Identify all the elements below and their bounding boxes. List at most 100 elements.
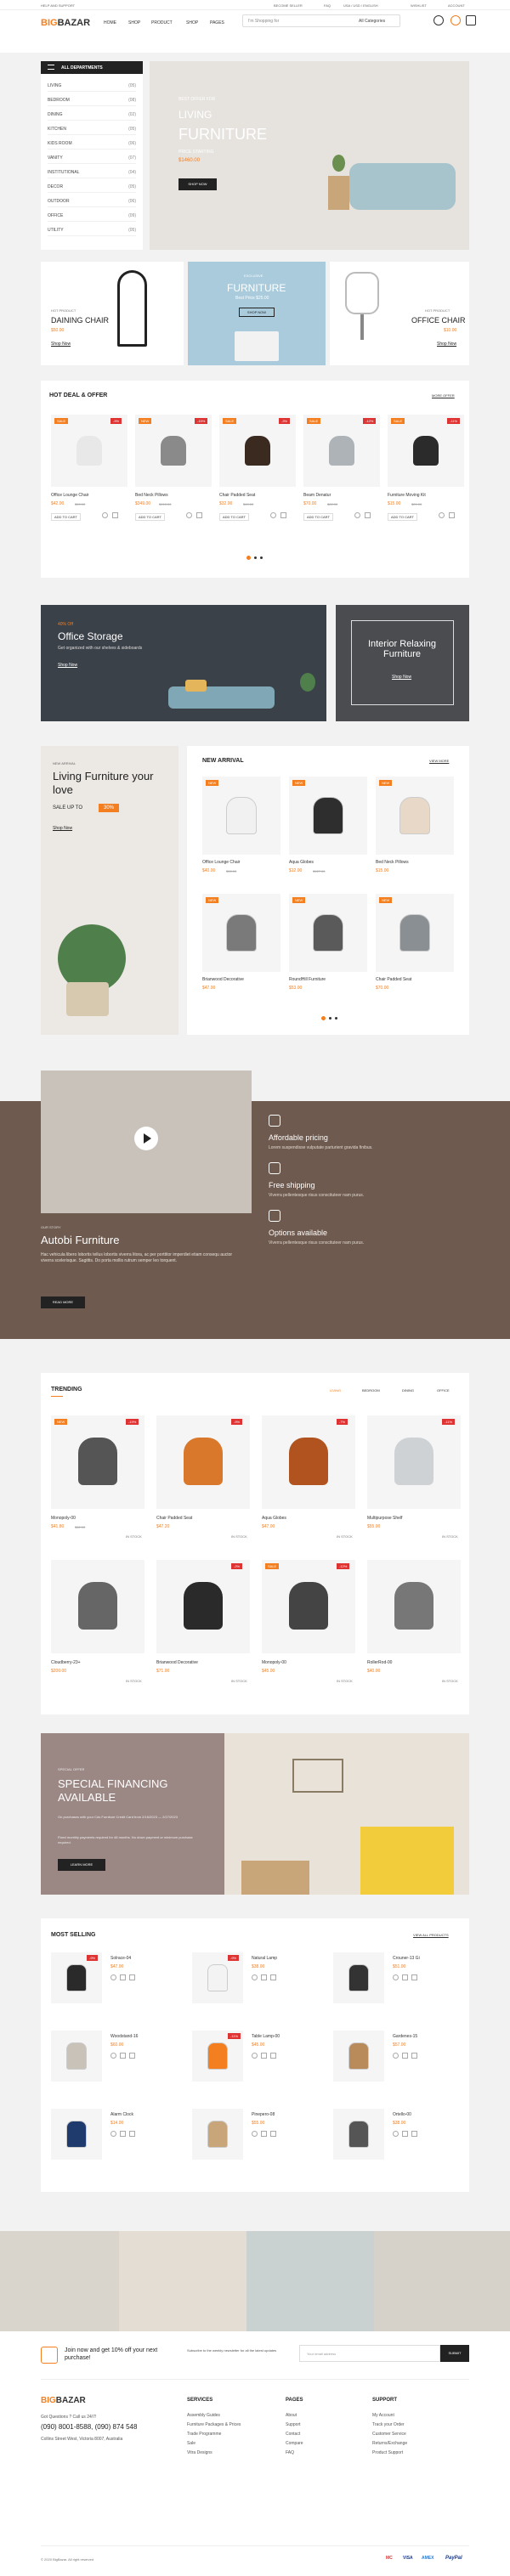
nav-shop-2[interactable]: SHOP xyxy=(186,20,198,25)
footer-link[interactable]: Returns/Exchange xyxy=(372,2441,407,2446)
cart-icon[interactable] xyxy=(129,2053,135,2059)
learn-more-button[interactable]: LEARN MORE xyxy=(58,1859,105,1871)
product-name[interactable]: Aqua Globes xyxy=(262,1516,286,1521)
nav-home[interactable]: HOME xyxy=(104,20,116,25)
account-link[interactable]: ACCOUNT xyxy=(448,3,465,8)
add-to-cart-button[interactable]: ADD TO CART xyxy=(219,513,249,521)
promo-exclusive[interactable]: EXCLUSIVE FURNITURE Best Price $25.00 SH… xyxy=(188,262,326,365)
become-seller-link[interactable]: BECOME SELLER xyxy=(274,3,303,8)
read-more-button[interactable]: READ MORE xyxy=(41,1296,85,1308)
banner-link[interactable]: Shop Now xyxy=(58,663,77,668)
carousel-dot-active[interactable] xyxy=(246,556,251,560)
cart-icon[interactable] xyxy=(411,2053,417,2059)
nav-pages[interactable]: PAGES xyxy=(210,20,224,25)
nav-shop[interactable]: SHOP xyxy=(128,20,140,25)
office-storage-banner[interactable]: 40% Off Office Storage Get organized wit… xyxy=(41,605,326,721)
tab-office[interactable]: OFFICE xyxy=(437,1388,450,1393)
product-card[interactable]: NEW xyxy=(202,777,280,855)
product-name[interactable]: Crouner-13 Gi xyxy=(393,1956,420,1961)
product-name[interactable]: Bed Neck Pillows xyxy=(376,860,409,865)
product-card[interactable]: NEW xyxy=(376,777,454,855)
product-name[interactable]: Chair Padded Seat xyxy=(376,977,411,982)
search-input[interactable]: I'm Shopping for xyxy=(248,19,279,24)
carousel-dot-active[interactable] xyxy=(321,1016,326,1020)
footer-link[interactable]: Trade Programme xyxy=(187,2432,221,2437)
carousel-dot[interactable] xyxy=(335,1017,337,1020)
compare-icon[interactable] xyxy=(402,1974,408,1980)
product-card[interactable]: SALE -11% xyxy=(388,415,464,487)
add-to-cart-button[interactable]: ADD TO CART xyxy=(135,513,165,521)
product-name[interactable]: Furniture Moving Kit xyxy=(388,493,426,498)
department-item[interactable]: DECOR (05) xyxy=(48,183,136,193)
product-card[interactable]: NEW xyxy=(289,894,367,972)
add-to-cart-button[interactable]: ADD TO CART xyxy=(303,513,333,521)
product-name[interactable]: Office Lounge Chair xyxy=(51,493,88,498)
product-card[interactable]: NEW -19% xyxy=(51,1415,144,1509)
department-item[interactable]: INSTITUTIONAL (04) xyxy=(48,168,136,178)
hero-shop-button[interactable]: SHOP NOW xyxy=(178,178,217,190)
user-icon[interactable] xyxy=(434,15,444,25)
cart-icon[interactable] xyxy=(270,2131,276,2137)
heart-icon[interactable] xyxy=(354,512,360,518)
product-card[interactable] xyxy=(51,1560,144,1653)
product-card[interactable]: -11% xyxy=(192,2031,243,2082)
product-card[interactable] xyxy=(192,2109,243,2160)
heart-icon[interactable] xyxy=(393,2053,399,2059)
product-card[interactable]: NEW xyxy=(376,894,454,972)
compare-icon[interactable] xyxy=(365,512,371,518)
heart-icon[interactable] xyxy=(252,1974,258,1980)
product-name[interactable]: Bed Neck Pillows xyxy=(135,493,168,498)
cart-icon[interactable] xyxy=(129,1974,135,1980)
cart-icon[interactable] xyxy=(129,2131,135,2137)
compare-icon[interactable] xyxy=(261,2053,267,2059)
compare-icon[interactable] xyxy=(402,2053,408,2059)
heart-icon[interactable] xyxy=(439,512,445,518)
product-name[interactable]: Brianwood Decorative xyxy=(202,977,244,982)
footer-logo[interactable]: BIGBAZAR xyxy=(41,2396,86,2405)
product-name[interactable]: Ortello-00 xyxy=(393,2112,411,2117)
more-offer-link[interactable]: MORE OFFER xyxy=(432,393,455,398)
arrival-link[interactable]: Shop Now xyxy=(53,826,72,831)
wishlist-link[interactable]: WISHLIST xyxy=(411,3,427,8)
footer-link[interactable]: Track your Order xyxy=(372,2422,405,2427)
compare-icon[interactable] xyxy=(120,2053,126,2059)
product-card[interactable]: -9% xyxy=(192,1952,243,2003)
view-all-link[interactable]: VIEW ALL PRODUCTS xyxy=(413,1933,449,1937)
product-card[interactable]: SALE -3% xyxy=(219,415,296,487)
product-name[interactable]: Beam Denatur xyxy=(303,493,331,498)
department-item[interactable]: DINING (02) xyxy=(48,110,136,121)
cart-icon[interactable] xyxy=(270,2053,276,2059)
tab-living[interactable]: LIVING xyxy=(330,1388,341,1393)
compare-icon[interactable] xyxy=(261,2131,267,2137)
heart-icon[interactable] xyxy=(110,1974,116,1980)
heart-icon[interactable] xyxy=(393,1974,399,1980)
cart-icon[interactable] xyxy=(411,1974,417,1980)
heart-icon[interactable] xyxy=(110,2053,116,2059)
product-card[interactable]: SALE -12% xyxy=(303,415,380,487)
compare-icon[interactable] xyxy=(280,512,286,518)
heart-icon[interactable] xyxy=(450,15,461,25)
promo-dining-chair[interactable]: HOT PRODUCT DAINING CHAIR $50.00 Shop No… xyxy=(41,262,184,365)
product-name[interactable]: Chair Padded Seat xyxy=(219,493,255,498)
compare-icon[interactable] xyxy=(120,1974,126,1980)
faq-link[interactable]: FAQ xyxy=(324,3,331,8)
carousel-dot[interactable] xyxy=(254,556,257,559)
product-name[interactable]: Multipurpose Shelf xyxy=(367,1516,402,1521)
product-name[interactable]: RoundHill Furniture xyxy=(289,977,326,982)
compare-icon[interactable] xyxy=(261,1974,267,1980)
product-card[interactable]: SALE -9% xyxy=(51,415,128,487)
footer-link[interactable]: Furniture Packages & Prices xyxy=(187,2422,241,2427)
product-card[interactable] xyxy=(333,1952,384,2003)
product-card[interactable] xyxy=(333,2109,384,2160)
help-link[interactable]: HELP AND SUPPORT xyxy=(41,3,75,8)
product-card[interactable] xyxy=(333,2031,384,2082)
footer-link[interactable]: About xyxy=(286,2413,297,2418)
heart-icon[interactable] xyxy=(102,512,108,518)
product-card[interactable]: NEW -15% xyxy=(135,415,212,487)
product-name[interactable]: Woodstand-16 xyxy=(110,2034,138,2039)
department-item[interactable]: OUTDOOR (06) xyxy=(48,197,136,207)
compare-icon[interactable] xyxy=(112,512,118,518)
product-card[interactable]: NEW xyxy=(289,777,367,855)
carousel-dot[interactable] xyxy=(260,556,263,559)
cart-icon[interactable] xyxy=(466,15,476,25)
